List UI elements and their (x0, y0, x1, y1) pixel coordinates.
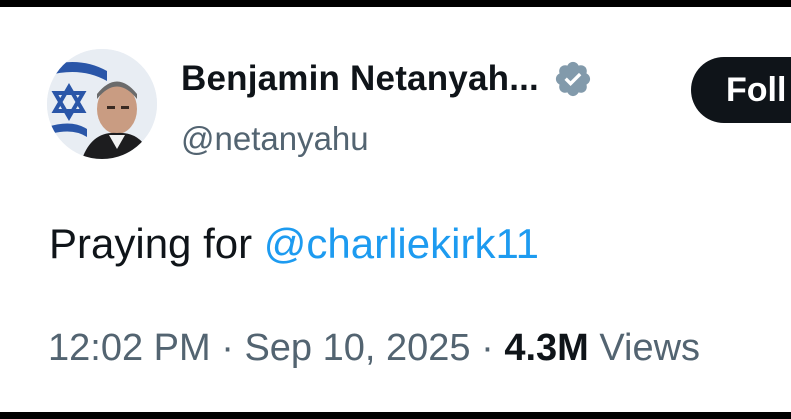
meta-separator: · (210, 327, 245, 369)
meta-separator-2: · (470, 327, 505, 369)
author-display-name[interactable]: Benjamin Netanyah... (181, 59, 539, 99)
views-label: Views (588, 327, 701, 369)
tweet-date[interactable]: Sep 10, 2025 (244, 327, 470, 369)
mention-link[interactable]: @charliekirk11 (264, 220, 539, 267)
tweet-text-prefix: Praying for (49, 220, 264, 267)
tweet-meta: 12:02 PM · Sep 10, 2025 · 4.3M Views (48, 327, 700, 370)
views-count: 4.3M (504, 327, 589, 369)
verified-badge-icon[interactable] (553, 59, 593, 99)
author-handle[interactable]: @netanyahu (181, 120, 369, 158)
tweet-text: Praying for @charliekirk11 (49, 220, 539, 268)
tweet-card: Benjamin Netanyah... @netanyahu Foll Pra… (0, 7, 791, 412)
author-name-row: Benjamin Netanyah... (181, 59, 593, 99)
follow-button[interactable]: Foll (691, 57, 791, 123)
avatar-image (47, 49, 157, 159)
avatar[interactable] (47, 49, 157, 159)
tweet-time[interactable]: 12:02 PM (48, 327, 211, 369)
